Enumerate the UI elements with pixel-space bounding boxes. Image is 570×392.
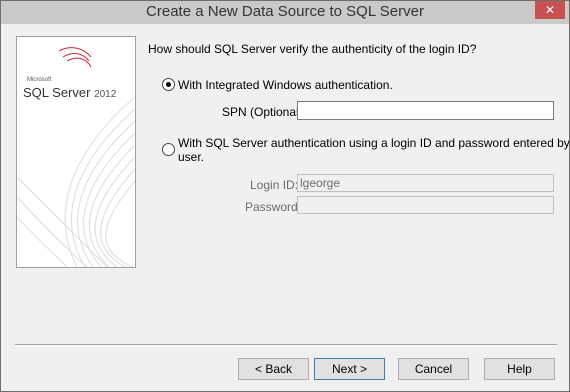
logo-maker: Microsoft — [27, 77, 52, 83]
help-button[interactable]: Help — [484, 358, 555, 380]
sql-server-swirl-graphic — [17, 47, 135, 267]
close-icon[interactable]: ✕ — [535, 1, 565, 19]
sql-auth-label-line2[interactable]: user. — [178, 150, 204, 164]
logo-product: SQL Server — [23, 85, 91, 100]
spn-input[interactable] — [297, 101, 554, 120]
password-input[interactable] — [297, 196, 554, 214]
sql-server-logo: Microsoft SQL Server 2012 — [23, 77, 116, 100]
cancel-button[interactable]: Cancel — [398, 358, 469, 380]
spn-label: SPN (Optional): — [222, 105, 307, 119]
login-id-input[interactable] — [297, 174, 554, 192]
title-bar[interactable]: Create a New Data Source to SQL Server ✕ — [1, 1, 569, 24]
dialog-window: Create a New Data Source to SQL Server ✕ — [0, 0, 570, 392]
windows-auth-label[interactable]: With Integrated Windows authentication. — [178, 78, 393, 92]
windows-auth-radio[interactable] — [162, 78, 175, 91]
back-button[interactable]: < Back — [238, 358, 309, 380]
button-divider — [15, 344, 557, 346]
auth-question: How should SQL Server verify the authent… — [148, 42, 477, 56]
logo-version: 2012 — [94, 89, 117, 100]
sql-server-banner: Microsoft SQL Server 2012 — [16, 36, 136, 268]
next-button[interactable]: Next > — [314, 358, 385, 380]
window-title: Create a New Data Source to SQL Server — [146, 3, 424, 20]
login-id-label: Login ID: — [250, 178, 299, 192]
sql-auth-radio[interactable] — [162, 143, 175, 156]
password-label: Password: — [245, 200, 302, 214]
sql-auth-label-line1[interactable]: With SQL Server authentication using a l… — [178, 136, 570, 150]
